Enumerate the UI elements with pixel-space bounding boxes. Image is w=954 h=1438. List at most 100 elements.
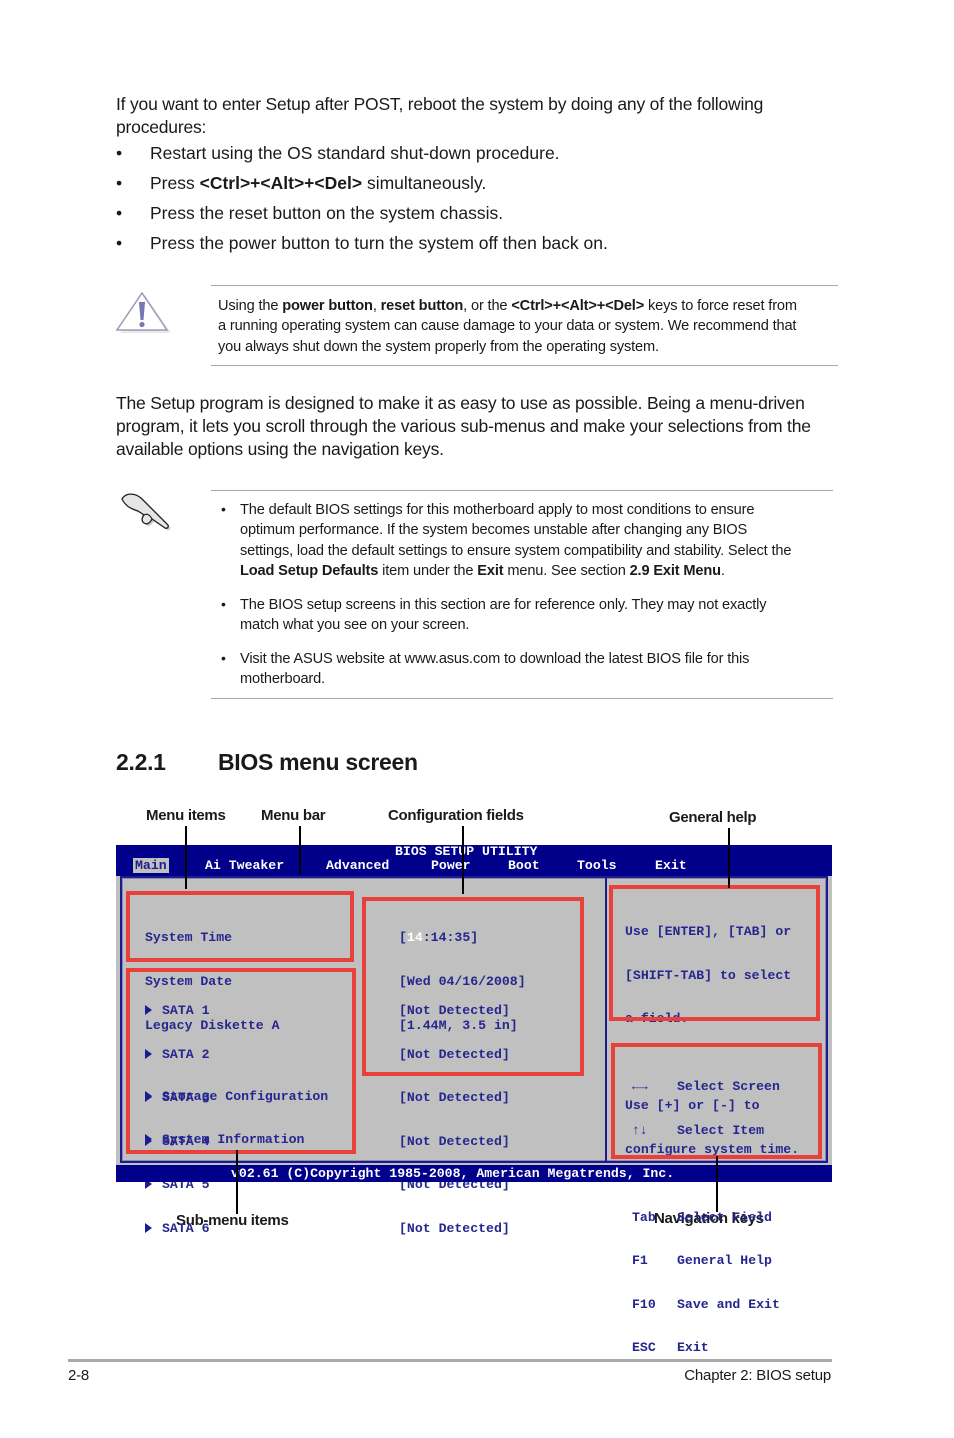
- leader-line-general-help: [728, 828, 730, 888]
- bold-run: <Ctrl>+<Alt>+<Del>: [511, 298, 645, 314]
- leader-line-sub-menu-items: [236, 1150, 238, 1214]
- bullet-text: Restart using the OS standard shut-down …: [150, 143, 560, 163]
- page-number: 2-8: [68, 1367, 90, 1384]
- footer-rule: [68, 1359, 832, 1362]
- intro-paragraph: If you want to enter Setup after POST, r…: [116, 93, 763, 139]
- info-line: match what you see on your screen.: [240, 617, 470, 634]
- warning-line-3: you always shut down the system properly…: [218, 338, 659, 355]
- bullet-dot: •: [221, 501, 226, 517]
- callout-menu-items: Menu items: [146, 807, 226, 824]
- info-line: The default BIOS settings for this mothe…: [240, 502, 755, 518]
- nav-key: ESC: [632, 1340, 656, 1355]
- text-run: ,: [372, 298, 381, 314]
- section-number: 2.2.1: [116, 749, 166, 775]
- nav-key-row: Tab Select Field: [632, 1209, 780, 1226]
- warning-note-text: Using the power button, reset button, or…: [218, 296, 838, 357]
- bullet-text: Press <Ctrl>+<Alt>+<Del> simultaneously.: [150, 172, 486, 194]
- info-line: settings, load the default settings to e…: [240, 542, 792, 559]
- menu-tab-advanced[interactable]: Advanced: [326, 858, 389, 873]
- leader-line-configuration-fields: [462, 826, 464, 894]
- submenu-label: SATA 6: [162, 1220, 210, 1236]
- menu-tab-power[interactable]: Power: [431, 858, 471, 873]
- intro-line-1: If you want to enter Setup after POST, r…: [116, 94, 764, 114]
- bios-title: BIOS SETUP UTILITY: [395, 844, 538, 859]
- highlight-sub-menu-items: [126, 968, 356, 1154]
- nav-action: General Help: [677, 1253, 772, 1268]
- nav-key: Tab: [632, 1209, 656, 1225]
- note-bottom-rule: [211, 698, 833, 699]
- bullet-dot: •: [116, 143, 123, 163]
- nav-key-row: ESC Exit: [632, 1340, 780, 1356]
- highlight-navigation-keys: [611, 1043, 822, 1159]
- leader-line-navigation-keys: [716, 1156, 718, 1212]
- callout-configuration-fields: Configuration fields: [388, 807, 524, 824]
- leader-line-menu-bar: [299, 826, 301, 874]
- panel-divider: [605, 878, 607, 1161]
- triangle-right-icon: [145, 1222, 152, 1233]
- text-run: keys to force reset from: [644, 298, 797, 314]
- bullet-text-pre: Press: [150, 173, 200, 193]
- bold-run: 2.9 Exit Menu: [629, 562, 721, 579]
- menu-tab-exit[interactable]: Exit: [655, 858, 687, 873]
- bullet-dot: •: [221, 596, 226, 612]
- menu-tab-ai-tweaker[interactable]: Ai Tweaker: [205, 858, 284, 873]
- bullet-dot: •: [116, 203, 123, 223]
- leader-line-menu-items: [185, 826, 187, 889]
- bios-status-bar: v02.61 (C)Copyright 1985-2008, American …: [116, 1165, 832, 1182]
- info-line: Visit the ASUS website at www.asus.com t…: [240, 651, 750, 667]
- info-line: The BIOS setup screens in this section a…: [240, 597, 767, 613]
- sata-value: [Not Detected]: [399, 1220, 510, 1236]
- setup-line-2: program, it lets you scroll through the …: [116, 416, 811, 436]
- chapter-title: Chapter 2: BIOS setup: [684, 1367, 831, 1384]
- info-line: motherboard.: [240, 671, 326, 688]
- setup-line-3: available options using the navigation k…: [116, 439, 444, 459]
- text-run: .: [720, 562, 725, 579]
- highlight-configuration-fields: [362, 897, 584, 1076]
- info-item-defaults: The default BIOS settings for this mothe…: [240, 500, 840, 581]
- bios-screen: BIOS SETUP UTILITY Main Ai Tweaker Advan…: [116, 844, 832, 1355]
- nav-action: Select Field: [677, 1209, 772, 1225]
- setup-paragraph: The Setup program is designed to make it…: [116, 392, 811, 461]
- menu-tab-main[interactable]: Main: [133, 858, 169, 873]
- warning-line-1: Using the power button, reset button, or…: [218, 296, 838, 316]
- bold-run: power button: [282, 298, 373, 314]
- info-item-website: Visit the ASUS website at www.asus.com t…: [240, 649, 840, 690]
- info-line: Load Setup Defaults item under the Exit …: [240, 561, 840, 581]
- sata-value: [Not Detected]: [399, 1133, 510, 1149]
- menu-tab-boot[interactable]: Boot: [508, 858, 540, 873]
- warning-line-2: a running operating system can cause dam…: [218, 318, 797, 335]
- nav-action: Exit: [677, 1340, 709, 1355]
- text-run: , or the: [463, 298, 512, 314]
- text-run: menu. See section: [503, 562, 630, 579]
- bios-copyright: v02.61 (C)Copyright 1985-2008, American …: [231, 1166, 675, 1181]
- bold-run: Exit: [477, 562, 504, 579]
- text-run: Using the: [218, 298, 283, 314]
- section-title: BIOS menu screen: [218, 749, 418, 775]
- callout-menu-bar: Menu bar: [261, 807, 326, 824]
- nav-key-row: F10 Save and Exit: [632, 1296, 780, 1313]
- bullet-text-post: simultaneously.: [362, 173, 487, 193]
- callout-general-help: General help: [669, 809, 757, 826]
- intro-line-2: procedures:: [116, 117, 207, 137]
- note-top-rule: [211, 490, 833, 491]
- bullet-dot: •: [116, 233, 123, 253]
- submenu-sata-6[interactable]: SATA 6: [145, 1220, 210, 1237]
- nav-action: Save and Exit: [677, 1296, 780, 1312]
- menu-tab-tools[interactable]: Tools: [577, 858, 617, 873]
- pointing-hand-icon: [114, 487, 174, 531]
- note-bottom-rule: [211, 365, 838, 366]
- note-top-rule: [211, 285, 838, 286]
- key-combo: <Ctrl>+<Alt>+<Del>: [199, 173, 363, 193]
- bullet-dot: •: [116, 173, 123, 193]
- warning-triangle-icon: [114, 290, 172, 334]
- bullet-dot: •: [221, 650, 226, 666]
- highlight-general-help: [609, 885, 820, 1021]
- bold-run: Load Setup Defaults: [240, 562, 379, 579]
- text-run: item under the: [378, 562, 478, 579]
- bold-run: reset button: [380, 298, 464, 314]
- nav-key: F1: [632, 1253, 648, 1268]
- setup-line-1: The Setup program is designed to make it…: [116, 393, 805, 413]
- info-line: optimum performance. If the system becom…: [240, 522, 748, 539]
- nav-key-row: F1 General Help: [632, 1253, 780, 1269]
- highlight-menu-items: [126, 891, 354, 962]
